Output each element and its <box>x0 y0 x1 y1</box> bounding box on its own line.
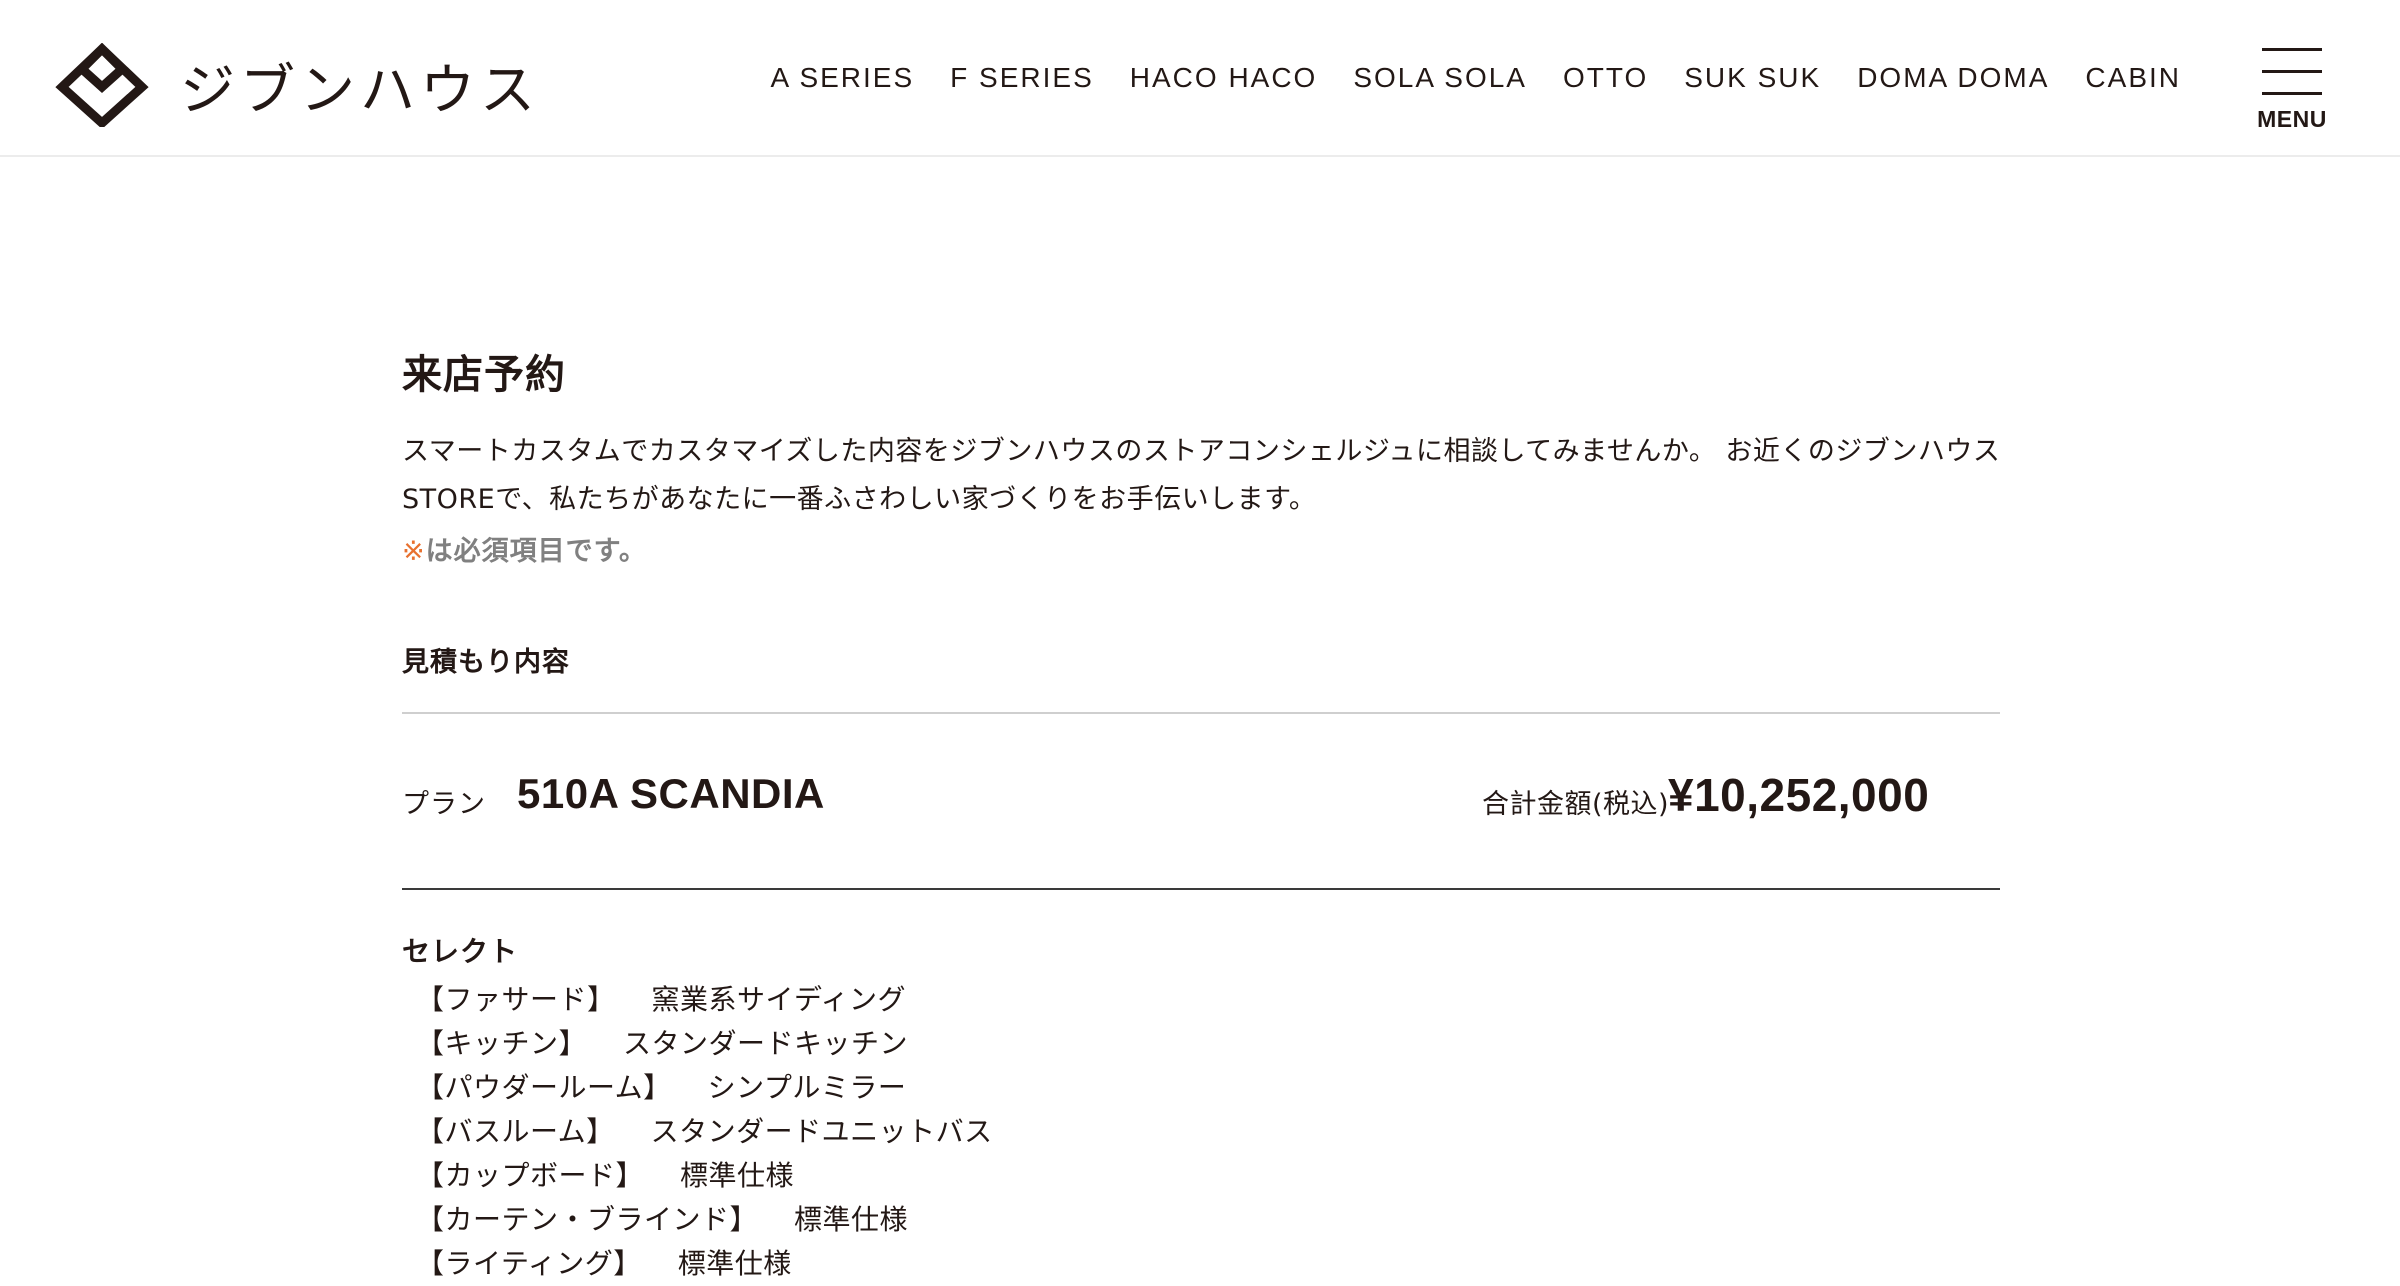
total-price-label: 合計金額(税込) <box>1482 789 1670 820</box>
select-value: 標準仕様 <box>677 1247 792 1280</box>
nav-a-series[interactable]: A SERIES <box>771 62 915 94</box>
list-item: 【カップボード】 標準仕様 <box>416 1154 993 1198</box>
nav-doma-doma[interactable]: DOMA DOMA <box>1857 62 2049 94</box>
select-value: スタンダードキッチン <box>623 1027 909 1060</box>
nav-haco-haco[interactable]: HACO HACO <box>1130 62 1318 94</box>
select-value: 標準仕様 <box>794 1203 909 1236</box>
hamburger-bar <box>2262 70 2322 73</box>
plan-label: プラン <box>402 789 486 820</box>
main-nav: A SERIES F SERIES HACO HACO SOLA SOLA OT… <box>735 62 2181 94</box>
nav-cabin[interactable]: CABIN <box>2085 62 2181 94</box>
select-category: 【バスルーム】 <box>416 1115 615 1148</box>
estimate-label: 見積もり内容 <box>402 647 570 678</box>
select-title: セレクト <box>402 935 519 968</box>
select-value: 窯業系サイディング <box>651 983 907 1016</box>
nav-sola-sola[interactable]: SOLA SOLA <box>1353 62 1527 94</box>
nav-otto[interactable]: OTTO <box>1563 62 1648 94</box>
select-category: 【カップボード】 <box>416 1159 645 1192</box>
list-item: 【バスルーム】 スタンダードユニットバス <box>416 1110 993 1154</box>
list-item: 【パウダールーム】 シンプルミラー <box>416 1066 993 1110</box>
list-item: 【キッチン】 スタンダードキッチン <box>416 1022 993 1066</box>
site-header: ジブンハウス A SERIES F SERIES HACO HACO SOLA … <box>0 0 2400 157</box>
intro-text: スマートカスタムでカスタマイズした内容をジブンハウスのストアコンシェルジュに相談… <box>402 436 2001 515</box>
select-category: 【カーテン・ブラインド】 <box>416 1203 759 1236</box>
hamburger-bar <box>2262 92 2322 95</box>
interlocking-diamond-logo-icon <box>55 43 149 127</box>
divider <box>402 888 2000 890</box>
page-title: 来店予約 <box>402 352 566 398</box>
nav-f-series[interactable]: F SERIES <box>950 62 1094 94</box>
site-logo-link[interactable]: ジブンハウス <box>54 40 540 130</box>
list-item: 【ライティング】 標準仕様 <box>416 1242 993 1286</box>
plan-summary-row: プラン 510A SCANDIA 合計金額(税込) ¥10,252,000 <box>402 714 2000 888</box>
logo-wordmark: ジブンハウス <box>180 58 541 122</box>
select-category: 【パウダールーム】 <box>416 1071 672 1104</box>
list-item: 【ファサード】 窯業系サイディング <box>416 978 993 1022</box>
required-mark: ※ <box>402 536 426 567</box>
select-category: 【キッチン】 <box>416 1027 588 1060</box>
select-value: スタンダードユニットバス <box>650 1115 993 1148</box>
reservation-section: 来店予約 スマートカスタムでカスタマイズした内容をジブンハウスのストアコンシェル… <box>402 340 2001 1280</box>
menu-button[interactable]: MENU <box>2257 46 2326 136</box>
total-price-value: ¥10,252,000 <box>1668 769 1930 821</box>
required-text: は必須項目です。 <box>425 536 647 567</box>
select-value: 標準仕様 <box>680 1159 795 1192</box>
menu-label: MENU <box>2257 106 2327 132</box>
required-note: ※は必須項目です。 <box>402 528 2000 576</box>
nav-suk-suk[interactable]: SUK SUK <box>1684 62 1821 94</box>
hamburger-menu-icon <box>2262 48 2322 51</box>
list-item: 【カーテン・ブラインド】 標準仕様 <box>416 1198 993 1242</box>
select-options-list: 【ファサード】 窯業系サイディング 【キッチン】 スタンダードキッチン 【パウダール… <box>416 978 993 1286</box>
select-category: 【ファサード】 <box>416 983 616 1016</box>
select-value: シンプルミラー <box>707 1071 907 1104</box>
plan-name: 510A SCANDIA <box>517 770 825 817</box>
select-category: 【ライティング】 <box>416 1247 642 1280</box>
